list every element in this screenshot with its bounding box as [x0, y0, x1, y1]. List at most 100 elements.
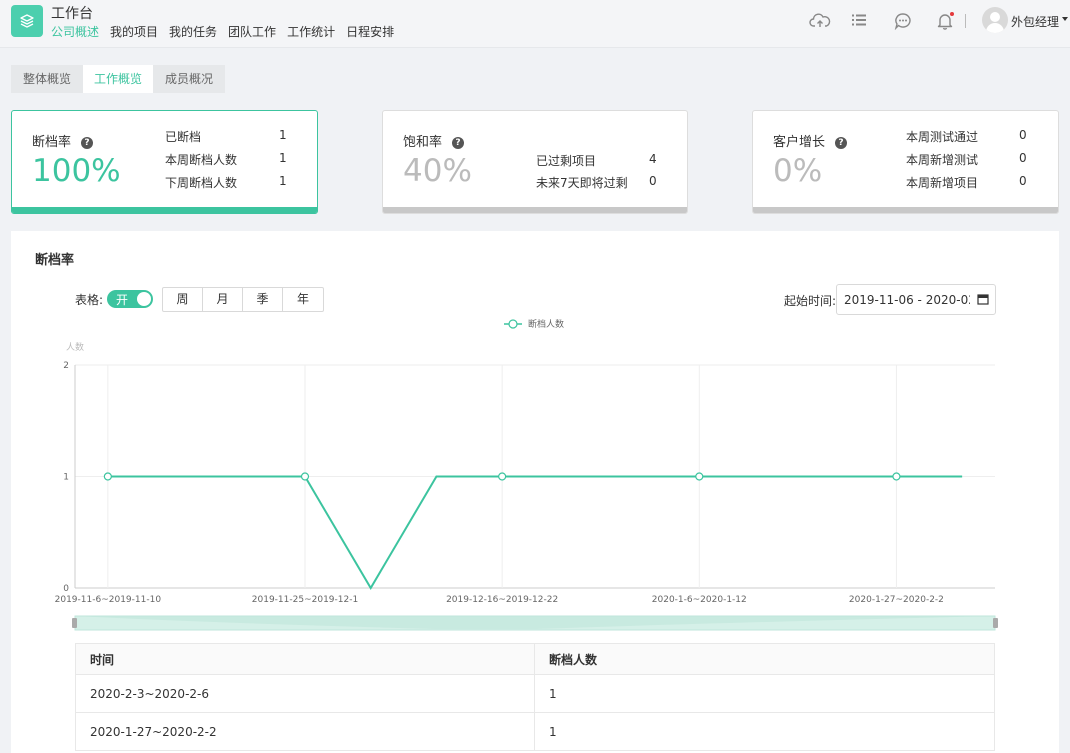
card-row-value: 4 [649, 152, 657, 166]
stat-card-customer-growth[interactable]: 客户增长? 0% 本周测试通过 0 本周新增测试 0 本周新增项目 0 [752, 110, 1059, 214]
card-row-label: 本周断档人数 [165, 153, 238, 167]
period-selector: 周 月 季 年 [162, 287, 324, 312]
nav-schedule[interactable]: 日程安排 [346, 23, 394, 40]
y-tick-label: 1 [63, 473, 69, 483]
tab-work-overview[interactable]: 工作概览 [83, 65, 153, 93]
card-accent-bar [753, 207, 1058, 213]
table-toggle-label: 表格: [75, 293, 104, 307]
chart-legend: 断档人数 [504, 318, 564, 330]
card-big-value: 0% [773, 153, 823, 189]
zoom-handle-left[interactable] [72, 618, 77, 628]
data-point [695, 472, 704, 481]
chart-axis: 0 1 2 2019-11-6~2019-11-10 2019-11-25~2019-1… [55, 341, 944, 605]
x-tick-label: 2020-1-6~2020-1-12 [652, 595, 747, 605]
table-header-row: 时间 断档人数 [75, 643, 995, 675]
card-row-value: 1 [279, 174, 287, 188]
nav-team-work[interactable]: 团队工作 [228, 23, 276, 40]
y-axis-label: 人数 [66, 341, 84, 353]
list-icon[interactable] [851, 13, 867, 27]
table-header-time: 时间 [75, 643, 535, 675]
table-cell-time: 2020-2-3~2020-2-6 [75, 674, 535, 713]
tab-overall-overview[interactable]: 整体概览 [11, 65, 83, 93]
stat-card-gap-rate[interactable]: 断档率? 100% 已断档 1 本周断档人数 1 下周断档人数 1 [11, 110, 318, 214]
layers-icon [20, 14, 34, 28]
gap-rate-table: 时间 断档人数 2020-2-3~2020-2-6 1 2020-1-27~20… [75, 643, 995, 751]
notification-dot [950, 12, 954, 16]
card-big-value: 40% [403, 153, 472, 189]
help-icon[interactable]: ? [835, 137, 848, 149]
card-big-value: 100% [32, 153, 121, 189]
overview-tabs: 整体概览 工作概览 成员概况 [11, 65, 225, 93]
user-name[interactable]: 外包经理 [1011, 13, 1059, 30]
card-row-value: 1 [279, 128, 287, 142]
card-title-text: 断档率 [32, 135, 72, 150]
chevron-down-icon[interactable] [1062, 17, 1068, 21]
card-row-label: 下周断档人数 [165, 176, 238, 190]
gap-rate-chart: 0 1 2 2019-11-6~2019-11-10 2019-11-25~2019-1… [55, 318, 998, 631]
period-quarter-button[interactable]: 季 [243, 288, 283, 311]
card-row-label: 已过剩项目 [536, 154, 597, 168]
table-row: 2020-1-27~2020-2-2 1 [75, 712, 995, 751]
top-header: 工作台 公司概述 我的项目 我的任务 团队工作 工作统计 日程安排 外包经理 [0, 0, 1070, 48]
chart-zoom-slider [72, 615, 998, 631]
toggle-text: 开 [116, 293, 129, 307]
toggle-knob [137, 292, 151, 306]
chart-series [103, 472, 963, 590]
chat-icon[interactable] [894, 12, 912, 30]
card-row-label: 未来7天即将过剩 [536, 176, 628, 190]
x-tick-label: 2019-11-6~2019-11-10 [55, 595, 162, 605]
table-toggle-switch[interactable]: 开 [107, 290, 153, 308]
card-row-label: 本周新增测试 [906, 153, 979, 167]
card-row-value: 0 [649, 174, 657, 188]
nav-my-projects[interactable]: 我的项目 [110, 23, 158, 40]
main-nav: 公司概述 我的项目 我的任务 团队工作 工作统计 日程安排 [51, 23, 394, 40]
card-row-value: 1 [279, 151, 287, 165]
data-point [892, 472, 901, 481]
help-icon[interactable]: ? [452, 137, 465, 149]
table-header-count: 断档人数 [534, 643, 995, 675]
period-year-button[interactable]: 年 [283, 288, 323, 311]
card-accent-bar [12, 207, 317, 213]
help-icon[interactable]: ? [81, 137, 94, 149]
data-point [498, 472, 507, 481]
zoom-handle-right[interactable] [993, 618, 998, 628]
x-tick-label: 2019-11-25~2019-12-1 [252, 595, 358, 605]
card-title-text: 饱和率 [403, 135, 443, 150]
series-line [107, 475, 963, 590]
workbench-logo[interactable] [11, 5, 43, 37]
table-cell-time: 2020-1-27~2020-2-2 [75, 712, 535, 751]
nav-work-stats[interactable]: 工作统计 [287, 23, 335, 40]
x-tick-label: 2020-1-27~2020-2-2 [849, 595, 944, 605]
calendar-icon[interactable] [977, 293, 989, 305]
card-row-value: 0 [1019, 128, 1027, 142]
card-row-value: 0 [1019, 151, 1027, 165]
card-title: 断档率? [32, 131, 94, 150]
data-point [300, 472, 310, 481]
tab-member-overview[interactable]: 成员概况 [153, 65, 225, 93]
y-tick-label: 0 [63, 584, 69, 594]
table-row: 2020-2-3~2020-2-6 1 [75, 674, 995, 713]
gap-rate-panel: 断档率 表格: 开 周 月 季 年 起始时间: 2019-11-06 - 202… [11, 231, 1059, 753]
legend-swatch-marker [508, 319, 518, 329]
card-title: 饱和率? [403, 131, 465, 150]
period-week-button[interactable]: 周 [163, 288, 203, 311]
header-divider [965, 14, 966, 28]
legend-label: 断档人数 [528, 318, 564, 330]
nav-my-tasks[interactable]: 我的任务 [169, 23, 217, 40]
y-tick-label: 2 [63, 361, 69, 371]
panel-title: 断档率 [35, 253, 75, 268]
date-range-value: 2019-11-06 - 2020-02-06 [844, 293, 970, 307]
card-row-value: 0 [1019, 174, 1027, 188]
avatar[interactable] [982, 7, 1008, 33]
period-month-button[interactable]: 月 [203, 288, 243, 311]
stat-card-saturation-rate[interactable]: 饱和率? 40% 已过剩项目 4 未来7天即将过剩 0 [382, 110, 688, 214]
table-cell-count: 1 [534, 712, 995, 751]
card-row-label: 已断档 [165, 130, 202, 144]
card-accent-bar [383, 207, 687, 213]
start-time-label: 起始时间: [784, 294, 837, 308]
avatar-head-shape [990, 12, 1000, 22]
cloud-upload-icon[interactable] [809, 12, 831, 30]
avatar-body-shape [986, 23, 1004, 33]
nav-company-overview[interactable]: 公司概述 [51, 23, 99, 40]
table-cell-count: 1 [534, 674, 995, 713]
